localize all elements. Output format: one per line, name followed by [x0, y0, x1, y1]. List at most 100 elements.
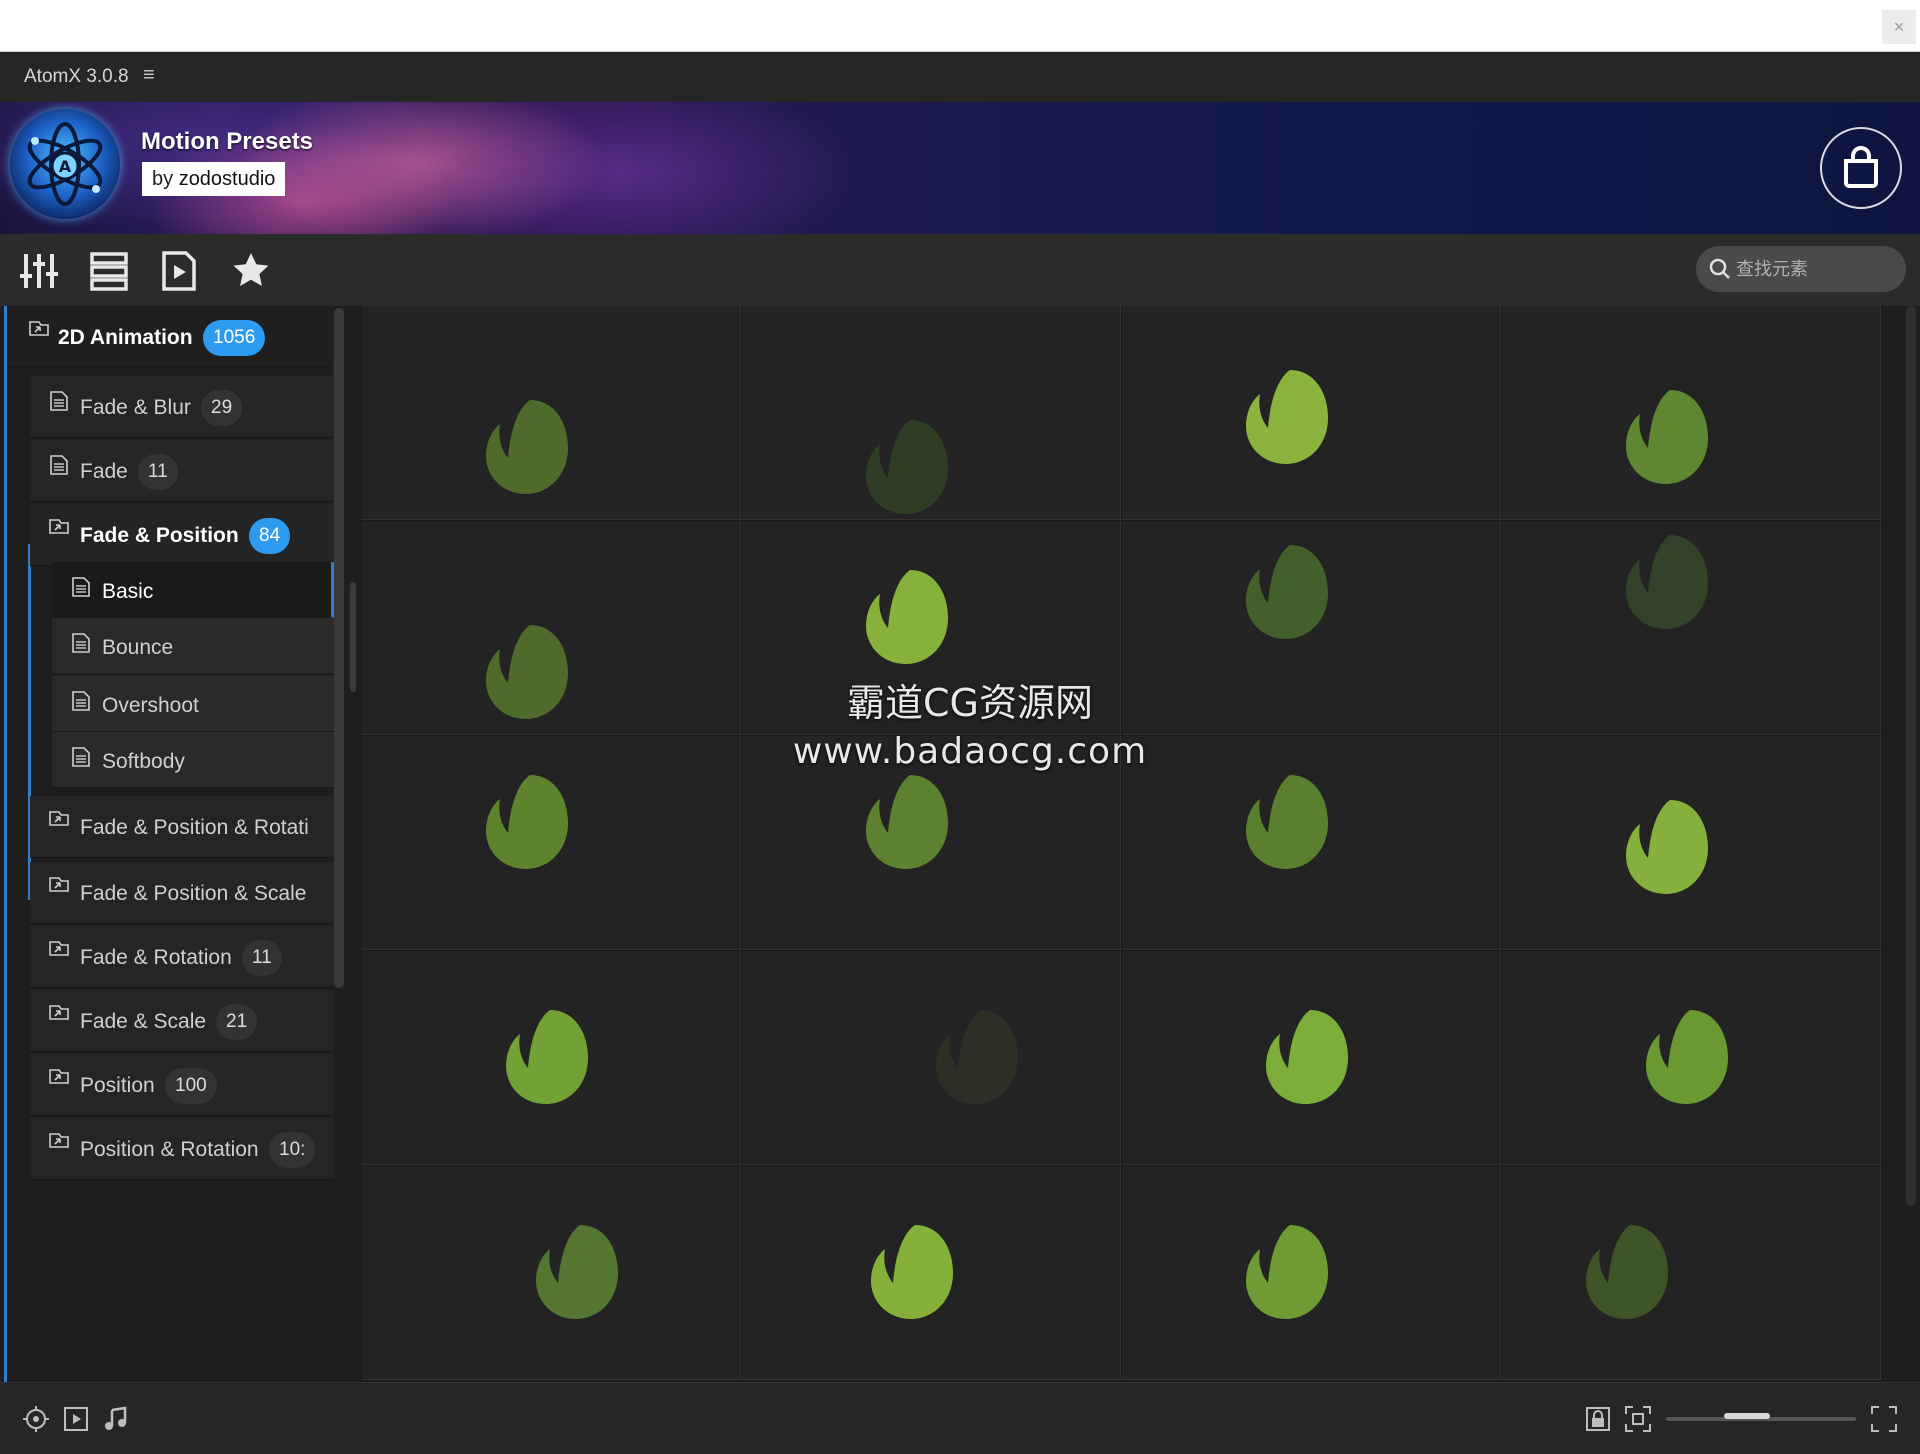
sidebar-item-label: 2D Animation [58, 326, 193, 349]
file-icon [48, 390, 70, 412]
zoom-slider-thumb[interactable] [1724, 1413, 1770, 1419]
panel-splitter[interactable] [350, 582, 356, 692]
search-box[interactable] [1696, 246, 1906, 292]
sidebar-item-label: Fade & Scale [80, 1010, 207, 1033]
preset-thumbnail[interactable] [362, 1166, 741, 1380]
leaf-icon [1242, 541, 1332, 641]
sidebar-item[interactable]: Fade & Position & Scale [30, 862, 334, 924]
shop-button[interactable] [1820, 127, 1902, 209]
shopping-bag-icon [1844, 146, 1878, 188]
sidebar-item[interactable]: Fade & Position & Rotati [30, 796, 334, 858]
sidebar-item[interactable]: Basic [52, 562, 334, 618]
sidebar-item[interactable]: Fade & Scale 21 [30, 990, 334, 1052]
preset-thumbnail[interactable] [362, 521, 741, 735]
leaf-icon [1622, 531, 1712, 631]
sidebar-item-label: Position [80, 1074, 155, 1097]
search-input[interactable] [1736, 254, 1896, 284]
preset-thumbnail[interactable] [362, 306, 741, 520]
preset-thumbnail[interactable] [1122, 1166, 1501, 1380]
count-badge: 100 [165, 1068, 217, 1104]
leaf-icon [862, 416, 952, 516]
sidebar-item[interactable]: Position 100 [30, 1054, 334, 1116]
media-file-icon[interactable] [158, 250, 200, 292]
fit-view-icon[interactable] [1624, 1405, 1652, 1433]
leaf-icon [862, 771, 952, 871]
sidebar-item[interactable]: Fade & Position 84 [30, 504, 334, 566]
music-note-icon[interactable] [102, 1405, 130, 1433]
sidebar-item[interactable]: Softbody [52, 732, 334, 788]
preset-thumbnail[interactable] [1502, 306, 1881, 520]
sidebar-item-label: Fade & Rotation [80, 946, 232, 969]
leaf-icon [1582, 1221, 1672, 1321]
pack-author[interactable]: by zodostudio [142, 162, 286, 196]
file-icon [70, 746, 92, 768]
preset-thumbnail[interactable] [1502, 951, 1881, 1165]
sliders-icon[interactable] [18, 250, 60, 292]
preset-thumbnail[interactable] [742, 951, 1121, 1165]
sidebar-item-label: Basic [102, 580, 154, 603]
leaf-icon [482, 771, 572, 871]
video-icon[interactable] [62, 1405, 90, 1433]
leaf-icon [1242, 1221, 1332, 1321]
preset-thumbnail[interactable] [1122, 306, 1501, 520]
file-icon [70, 632, 92, 654]
star-icon[interactable] [230, 250, 272, 292]
leaf-icon [482, 621, 572, 721]
category-sidebar: 2D Animation 1056 Fade & Blur 29 Fade 11 Fade … [0, 306, 348, 1382]
sidebar-item[interactable]: Position & Rotation 10: [30, 1118, 334, 1180]
list-icon[interactable] [88, 250, 130, 292]
leaf-icon [1242, 366, 1332, 466]
title-bar: AtomX 3.0.8 ≡ [0, 52, 1920, 102]
sidebar-scrollbar[interactable] [334, 308, 344, 988]
expand-icon[interactable] [1870, 1405, 1898, 1433]
preset-thumbnail[interactable] [742, 1166, 1121, 1380]
sidebar-item-label: Fade & Position [80, 524, 239, 547]
app-root: × AtomX 3.0.8 ≡ A Motion Presets by zodo… [0, 0, 1920, 1454]
sidebar-item-label: Fade & Position & Rotati [80, 816, 309, 839]
count-badge: 21 [216, 1004, 258, 1040]
sidebar-item[interactable]: Fade & Blur 29 [30, 376, 334, 438]
sidebar-item-label: Bounce [102, 636, 174, 659]
preset-thumbnail[interactable] [1502, 736, 1881, 950]
leaf-icon [1622, 796, 1712, 896]
target-icon[interactable] [22, 1405, 50, 1433]
grid-scrollbar[interactable] [1906, 306, 1916, 1206]
count-badge: 11 [242, 940, 282, 976]
atomx-panel: AtomX 3.0.8 ≡ A Motion Presets by zodost… [0, 52, 1920, 1454]
preset-thumbnail[interactable] [362, 951, 741, 1165]
preset-thumbnail[interactable] [1122, 951, 1501, 1165]
folder-icon [48, 940, 70, 962]
sidebar-item-label: Softbody [102, 750, 185, 773]
sidebar-item-label: Overshoot [102, 694, 199, 717]
folder-icon [48, 876, 70, 898]
atomx-logo[interactable]: A [10, 109, 120, 219]
count-badge: 29 [201, 390, 243, 426]
sidebar-item[interactable]: Overshoot [52, 676, 334, 732]
pack-banner: A Motion Presets by zodostudio [0, 102, 1920, 234]
file-icon [70, 690, 92, 712]
leaf-icon [1622, 386, 1712, 486]
preset-thumbnail[interactable] [1502, 521, 1881, 735]
folder-icon [28, 320, 50, 342]
svg-text:A: A [59, 157, 72, 176]
sidebar-item[interactable]: Fade 11 [30, 440, 334, 502]
file-icon [48, 454, 70, 476]
file-icon [70, 576, 92, 598]
author-name: zodostudio [178, 168, 276, 190]
sidebar-item[interactable]: Fade & Rotation 11 [30, 926, 334, 988]
count-badge: 84 [249, 518, 291, 554]
preset-thumbnail[interactable] [1502, 1166, 1881, 1380]
sidebar-item[interactable]: Bounce [52, 618, 334, 674]
preset-thumbnail[interactable] [742, 306, 1121, 520]
sidebar-item-label: Fade [80, 460, 128, 483]
leaf-icon [532, 1221, 622, 1321]
host-close-button[interactable]: × [1882, 10, 1916, 44]
preset-thumbnail[interactable] [362, 736, 741, 950]
hamburger-icon[interactable]: ≡ [143, 64, 155, 87]
main-toolbar [0, 234, 1920, 306]
leaf-icon [1642, 1006, 1732, 1106]
sidebar-item[interactable]: 2D Animation 1056 [8, 306, 334, 368]
lock-icon[interactable] [1584, 1405, 1612, 1433]
watermark-line2: www.badaocg.com [792, 731, 1148, 772]
folder-icon [48, 518, 70, 540]
